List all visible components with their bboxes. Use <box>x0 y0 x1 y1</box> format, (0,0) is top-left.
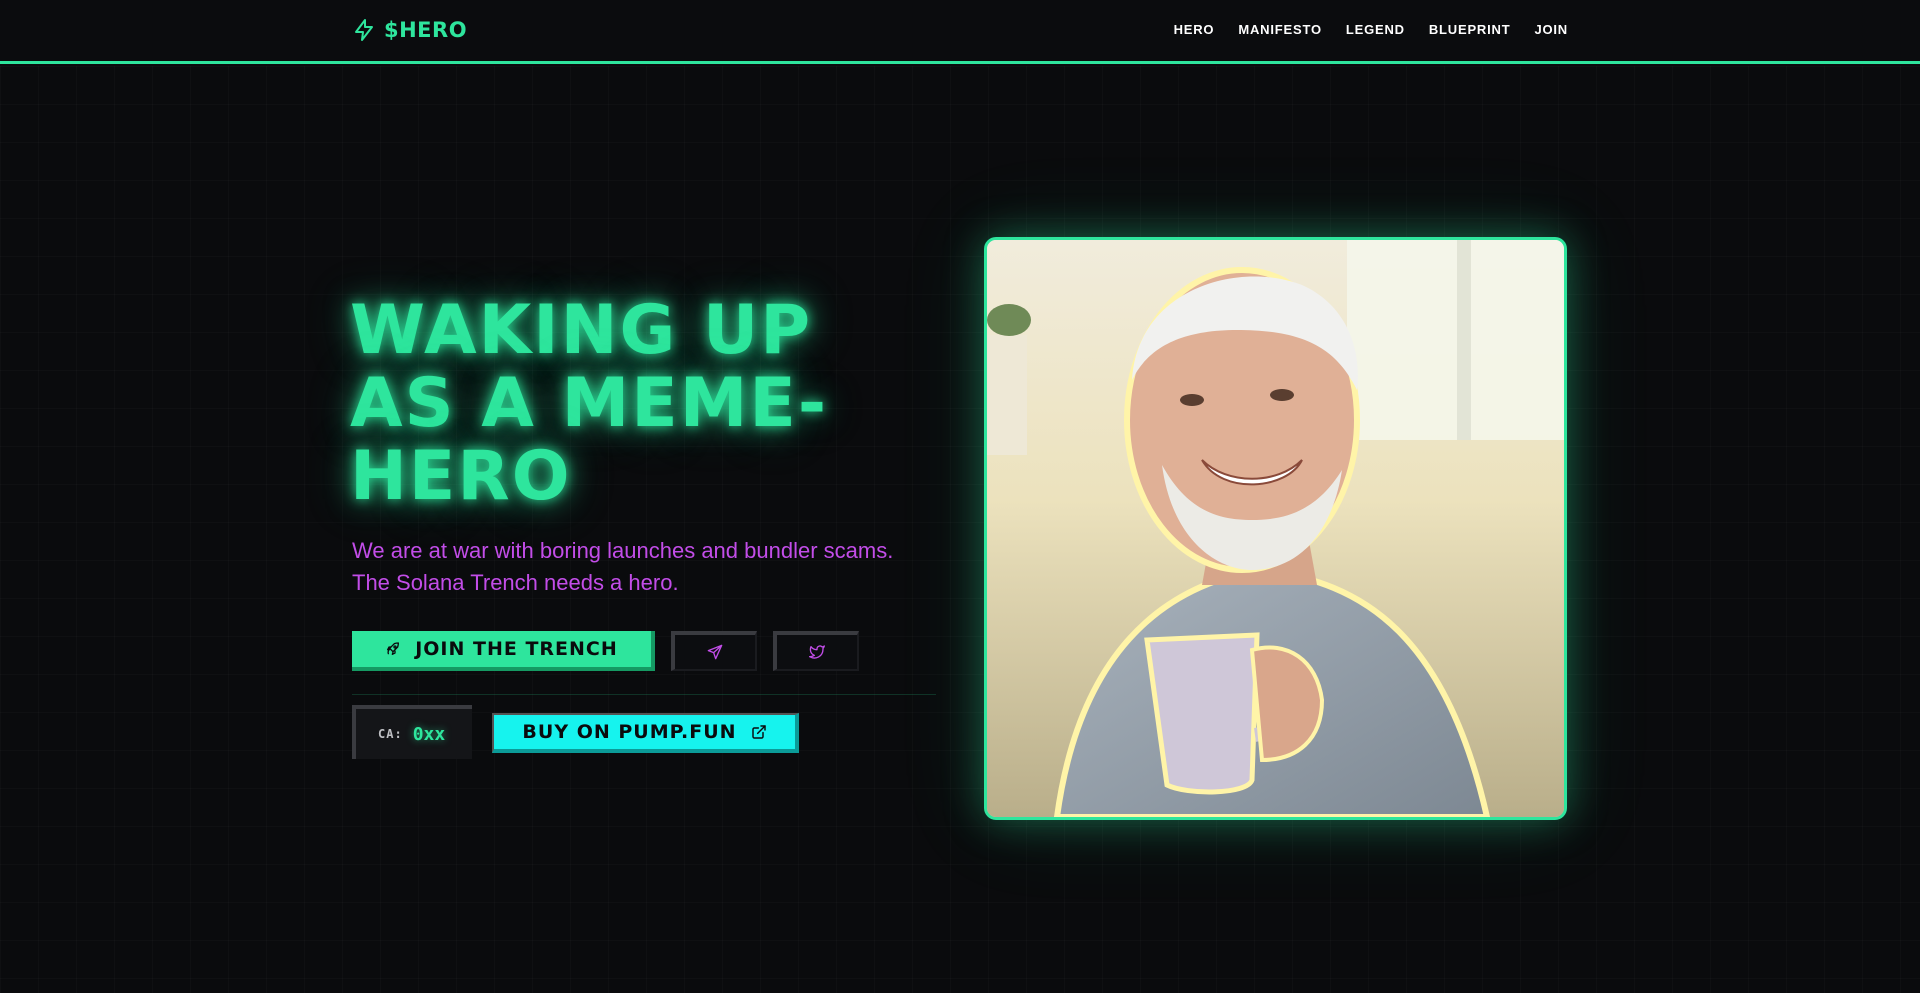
telegram-icon <box>707 644 723 660</box>
twitter-icon <box>809 645 825 659</box>
logo-link[interactable]: $HERO <box>352 18 467 42</box>
cta-row: JOIN THE TRENCH <box>352 631 859 671</box>
background-grid <box>0 66 1920 993</box>
hero-subtitle-line-2: The Solana Trench needs a hero. <box>352 570 679 595</box>
hero-image-card <box>984 237 1567 820</box>
nav-item-join[interactable]: JOIN <box>1534 22 1568 37</box>
logo-text: $HERO <box>384 18 468 42</box>
buy-pumpfun-label: BUY ON PUMP.FUN <box>522 721 737 743</box>
hero-subtitle: We are at war with boring launches and b… <box>352 535 952 599</box>
contract-address-box[interactable]: CA: 0xx <box>352 705 472 759</box>
nav-item-blueprint[interactable]: BLUEPRINT <box>1429 22 1511 37</box>
external-link-icon <box>751 725 766 739</box>
telegram-button[interactable] <box>671 631 757 671</box>
ca-label: CA: <box>378 727 403 741</box>
main-nav: HERO MANIFESTO LEGEND BLUEPRINT JOIN <box>1174 22 1568 37</box>
ca-value: 0xx <box>412 723 446 745</box>
join-trench-button[interactable]: JOIN THE TRENCH <box>352 631 655 671</box>
hero-portrait-image <box>987 240 1564 817</box>
nav-item-hero[interactable]: HERO <box>1174 22 1215 37</box>
join-trench-label: JOIN THE TRENCH <box>415 638 618 660</box>
site-header: $HERO HERO MANIFESTO LEGEND BLUEPRINT JO… <box>0 0 1920 64</box>
nav-item-legend[interactable]: LEGEND <box>1346 22 1405 37</box>
rocket-icon <box>387 642 400 655</box>
hero-title: WAKING UP AS A MEME-HERO <box>350 291 829 516</box>
hero-subtitle-line-1: We are at war with boring launches and b… <box>352 538 894 563</box>
twitter-button[interactable] <box>773 631 859 671</box>
nav-item-manifesto[interactable]: MANIFESTO <box>1238 22 1322 37</box>
buy-pumpfun-button[interactable]: BUY ON PUMP.FUN <box>492 713 799 753</box>
lightning-icon <box>355 19 373 41</box>
section-divider <box>352 694 936 695</box>
